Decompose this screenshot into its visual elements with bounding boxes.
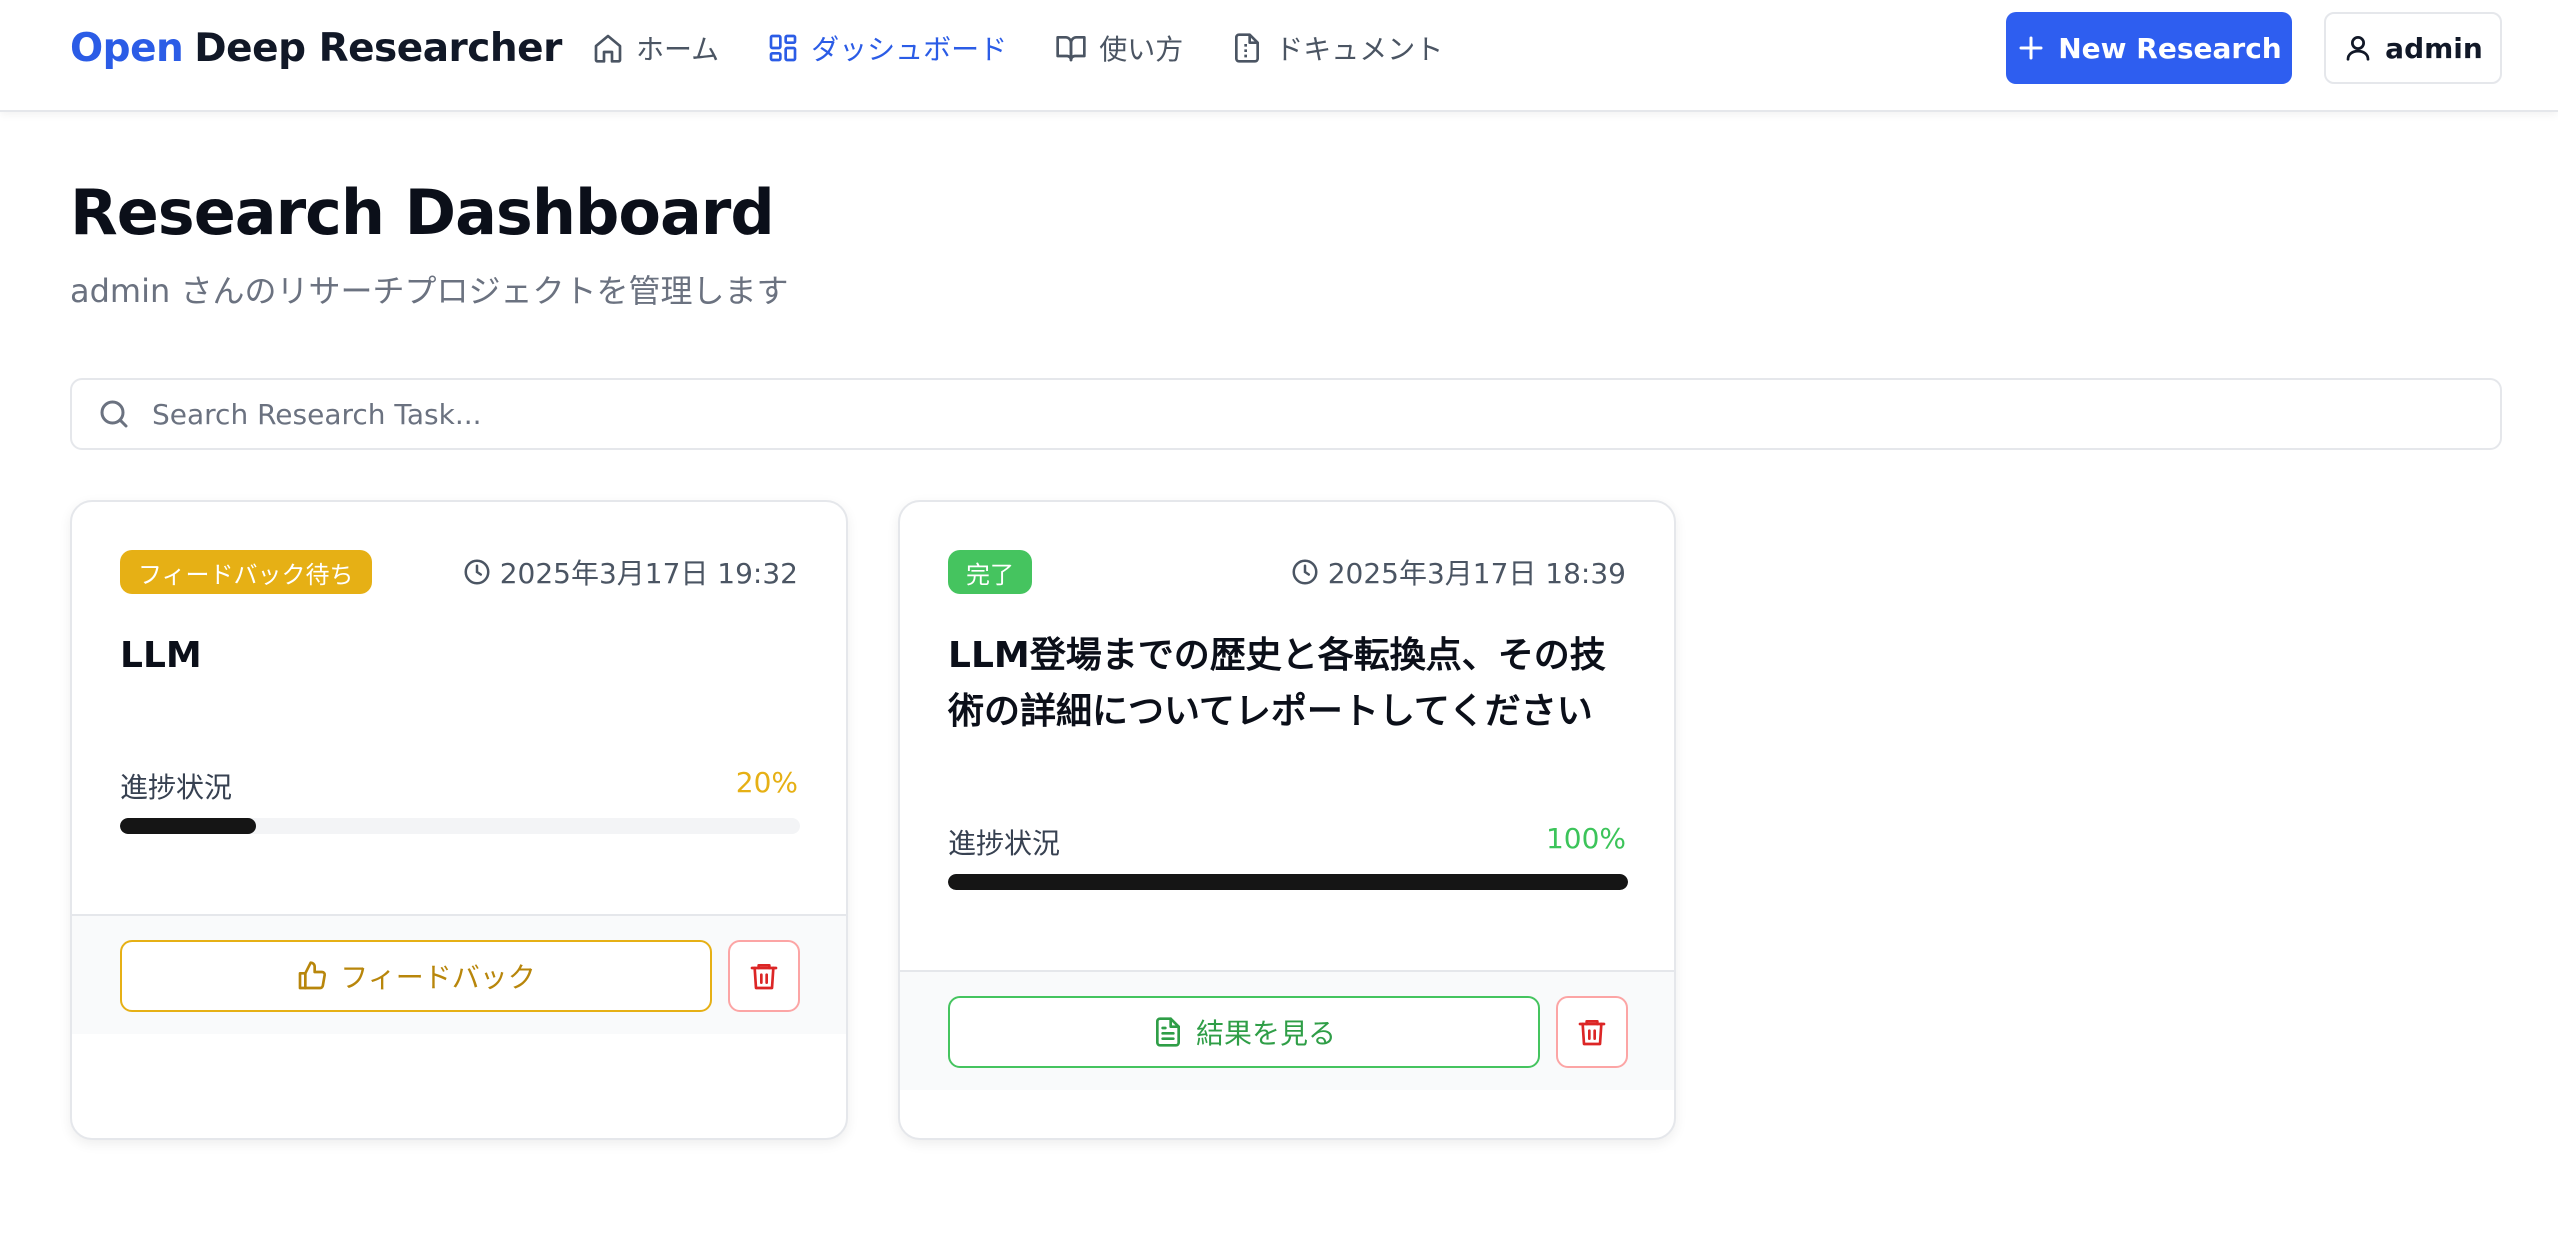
app-logo[interactable]: Open Deep Researcher (70, 22, 562, 74)
feedback-button[interactable]: フィードバック (120, 940, 712, 1012)
new-research-label: New Research (2058, 31, 2282, 65)
plus-icon (2016, 33, 2046, 63)
progress-fill (120, 818, 256, 834)
search-icon (96, 396, 132, 432)
user-name: admin (2385, 31, 2483, 65)
dashboard-icon (767, 32, 799, 64)
trash-icon (1576, 1016, 1608, 1048)
delete-button[interactable] (728, 940, 800, 1012)
progress-bar (948, 874, 1628, 890)
card-date: 2025年3月17日 19:32 (462, 552, 798, 592)
user-menu-button[interactable]: admin (2324, 12, 2502, 84)
top-nav-bar: Open Deep Researcher ホーム ダッシュボード 使い方 ドキュ… (0, 0, 2558, 112)
card-date: 2025年3月17日 18:39 (1290, 552, 1626, 592)
status-badge: 完了 (948, 550, 1032, 594)
card-date-text: 2025年3月17日 18:39 (1327, 557, 1626, 590)
home-icon (592, 32, 624, 64)
user-icon (2343, 33, 2373, 63)
card-title: LLM (120, 635, 202, 676)
nav-item-home-label: ホーム (636, 33, 720, 66)
nav-item-usage-label: 使い方 (1099, 33, 1184, 66)
progress-fill (948, 874, 1628, 890)
nav-item-dashboard[interactable]: ダッシュボード (767, 24, 1007, 72)
card-date-text: 2025年3月17日 19:32 (499, 557, 798, 590)
nav-item-home[interactable]: ホーム (592, 24, 719, 72)
view-result-label: 結果を見る (1195, 1017, 1336, 1050)
card-title: LLM登場までの歴史と各転換点、その技術の詳細についてレポートしてください (948, 635, 1606, 732)
progress-bar (120, 818, 800, 834)
progress-label: 進捗状況 (120, 771, 233, 804)
nav-item-usage[interactable]: 使い方 (1055, 24, 1183, 72)
brand-open: Open (70, 25, 184, 71)
nav-item-documents-label: ドキュメント (1275, 33, 1444, 66)
brand-rest: Deep Researcher (194, 25, 562, 71)
nav-item-dashboard-label: ダッシュボード (811, 33, 1008, 66)
search-input[interactable] (152, 397, 2452, 431)
trash-icon (748, 960, 780, 992)
feedback-button-label: フィードバック (340, 961, 536, 994)
progress-label: 進捗状況 (948, 827, 1061, 860)
book-icon (1055, 32, 1087, 64)
file-text-icon (1152, 1016, 1184, 1048)
research-card[interactable]: フィードバック待ち 2025年3月17日 19:32 LLM 進捗状況 20% … (70, 500, 848, 1140)
document-icon (1231, 32, 1263, 64)
search-bar (70, 378, 2502, 450)
new-research-button[interactable]: New Research (2006, 12, 2292, 84)
progress-percent: 100% (1545, 822, 1626, 855)
card-footer: 結果を見る (900, 970, 1674, 1090)
view-result-button[interactable]: 結果を見る (948, 996, 1540, 1068)
thumbs-up-icon (296, 960, 328, 992)
page-title: Research Dashboard (70, 176, 775, 249)
research-card[interactable]: 完了 2025年3月17日 18:39 LLM登場までの歴史と各転換点、その技術… (898, 500, 1676, 1140)
nav-item-documents[interactable]: ドキュメント (1231, 24, 1443, 72)
clock-icon (462, 557, 492, 587)
main-nav: ホーム ダッシュボード 使い方 ドキュメント (592, 24, 1491, 72)
status-badge: フィードバック待ち (120, 550, 372, 594)
progress-percent: 20% (735, 766, 798, 799)
delete-button[interactable] (1556, 996, 1628, 1068)
page-subtitle: admin さんのリサーチプロジェクトを管理します (70, 272, 789, 310)
clock-icon (1290, 557, 1320, 587)
card-footer: フィードバック (72, 914, 846, 1034)
